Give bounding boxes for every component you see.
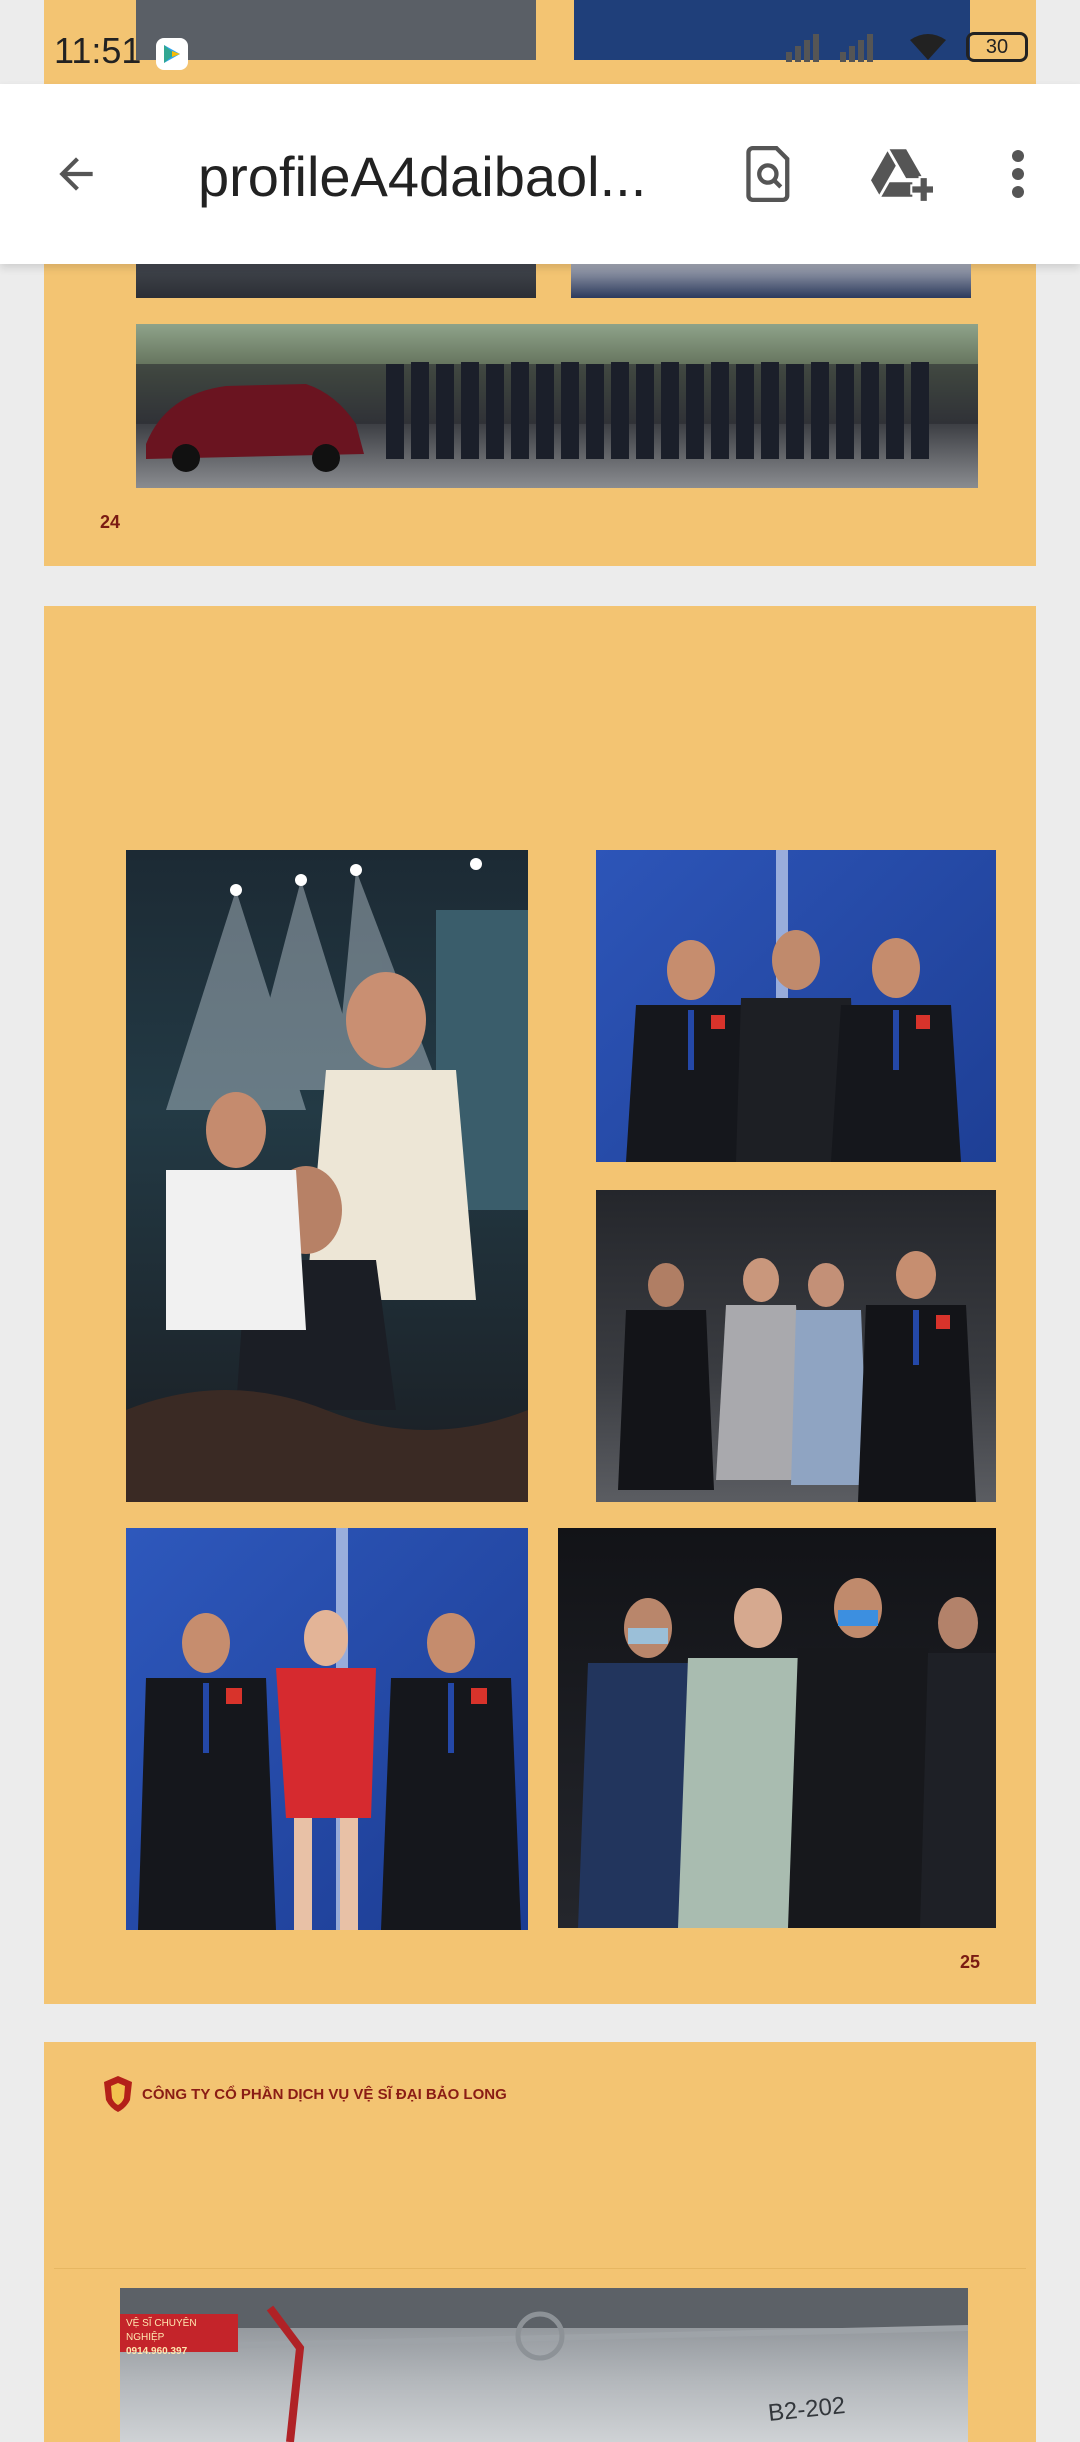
- back-button[interactable]: [36, 134, 116, 214]
- more-vert-icon: [1012, 150, 1024, 198]
- photo-woman-red-dress: [126, 1528, 528, 1930]
- find-in-page-icon: [746, 146, 790, 202]
- photo-night-escort: [596, 1190, 996, 1502]
- status-bar: 11:51 30: [0, 0, 1080, 84]
- signal-icon: [786, 34, 873, 62]
- play-store-icon: [156, 38, 188, 70]
- photo-stage-signing: [126, 850, 528, 1502]
- battery-icon: 30: [966, 32, 1028, 62]
- status-time: 11:51: [54, 30, 142, 71]
- photo-parking-garage: VỆ SĨ CHUYÊN NGHIỆP 0914.960.397 B2-202: [120, 2288, 968, 2442]
- company-name: CÔNG TY CỔ PHẦN DỊCH VỤ VỆ SĨ ĐẠI BẢO LO…: [142, 2085, 507, 2103]
- photo-car-and-guards: [136, 324, 978, 488]
- header-divider: [54, 2268, 1026, 2269]
- back-arrow-icon: [59, 157, 93, 191]
- pdf-page-25: 25: [44, 606, 1036, 2004]
- wifi-icon: [910, 34, 946, 60]
- photo-three-men-blue-bg: [596, 850, 996, 1162]
- photo-crowd-escort: [558, 1528, 996, 1928]
- pdf-page-26: CÔNG TY CỔ PHẦN DỊCH VỤ VỆ SĨ ĐẠI BẢO LO…: [44, 2042, 1036, 2442]
- company-logo-icon: [104, 2076, 132, 2112]
- more-options-button[interactable]: [978, 134, 1058, 214]
- find-in-page-button[interactable]: [730, 134, 810, 214]
- company-header: CÔNG TY CỔ PHẦN DỊCH VỤ VỆ SĨ ĐẠI BẢO LO…: [102, 2074, 507, 2114]
- add-to-drive-icon: [871, 149, 933, 202]
- page-number-25: 25: [959, 1952, 980, 1972]
- page-number-24: 24: [100, 512, 121, 532]
- add-to-drive-button[interactable]: [862, 134, 942, 214]
- company-sign: VỆ SĨ CHUYÊN NGHIỆP 0914.960.397: [120, 2314, 238, 2357]
- document-title: profileA4daibaol...: [198, 145, 647, 208]
- app-bar: profileA4daibaol...: [0, 84, 1080, 264]
